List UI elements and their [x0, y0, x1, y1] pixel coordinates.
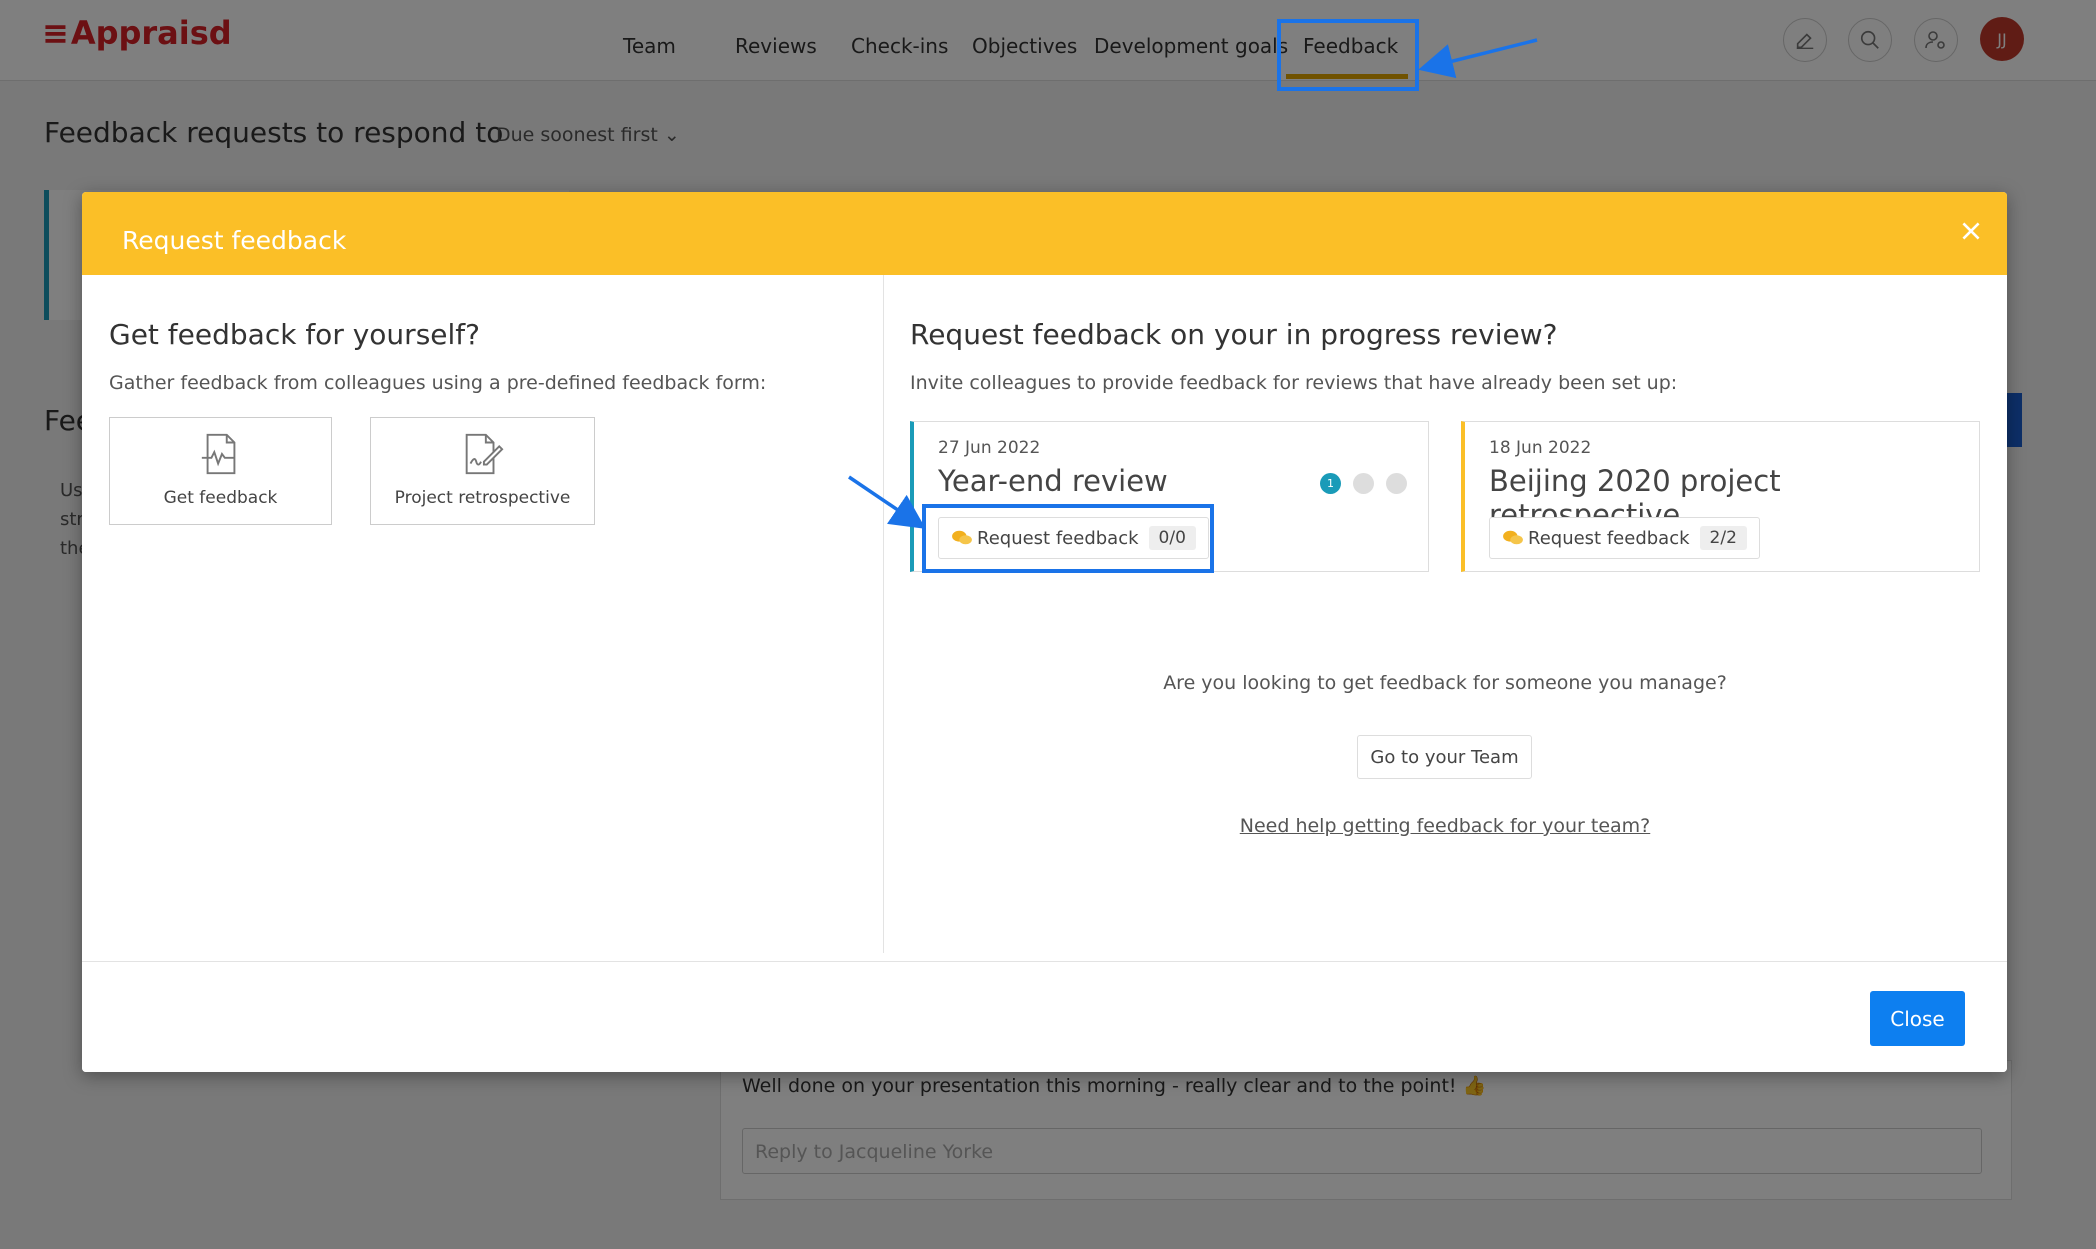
request-feedback-modal: Request feedback Get feedback for yourse…: [82, 192, 2007, 1072]
self-feedback-subtitle: Gather feedback from colleagues using a …: [109, 372, 767, 394]
annotation-highlight-feedback-tab: [1277, 19, 1419, 91]
review-date: 27 Jun 2022: [938, 438, 1041, 458]
review-feedback-heading: Request feedback on your in progress rev…: [910, 318, 1558, 351]
stage-dot: [1353, 473, 1374, 494]
review-card-beijing: 18 Jun 2022 Beijing 2020 project retrosp…: [1461, 421, 1980, 572]
review-date: 18 Jun 2022: [1489, 438, 1592, 458]
document-pulse-icon: [201, 433, 236, 475]
modal-title: Request feedback: [122, 226, 347, 255]
go-to-team-button[interactable]: Go to your Team: [1357, 735, 1532, 779]
get-feedback-label: Get feedback: [163, 488, 278, 508]
close-icon[interactable]: [1958, 218, 1984, 244]
document-signature-icon: [465, 433, 504, 475]
modal-footer: [82, 961, 2007, 1072]
review-progress-dots: 1: [1320, 473, 1407, 494]
self-feedback-heading: Get feedback for yourself?: [109, 318, 480, 351]
get-feedback-tile[interactable]: Get feedback: [109, 417, 332, 525]
stage-dot-current: 1: [1320, 473, 1341, 494]
column-divider: [883, 275, 884, 953]
stage-dot: [1386, 473, 1407, 494]
help-link[interactable]: Need help getting feedback for your team…: [883, 815, 2007, 837]
review-feedback-subtitle: Invite colleagues to provide feedback fo…: [910, 372, 1678, 394]
request-feedback-button[interactable]: Request feedback 2/2: [1489, 517, 1760, 559]
project-retrospective-tile[interactable]: Project retrospective: [370, 417, 595, 525]
close-button[interactable]: Close: [1870, 991, 1965, 1046]
chat-bubbles-icon: [1503, 530, 1523, 545]
feedback-count: 2/2: [1699, 526, 1747, 550]
review-title: Year-end review: [938, 464, 1168, 498]
project-retrospective-label: Project retrospective: [394, 488, 571, 508]
manage-question: Are you looking to get feedback for some…: [1163, 672, 1727, 694]
modal-header: Request feedback: [82, 192, 2007, 275]
annotation-highlight-request-button: [922, 504, 1214, 573]
